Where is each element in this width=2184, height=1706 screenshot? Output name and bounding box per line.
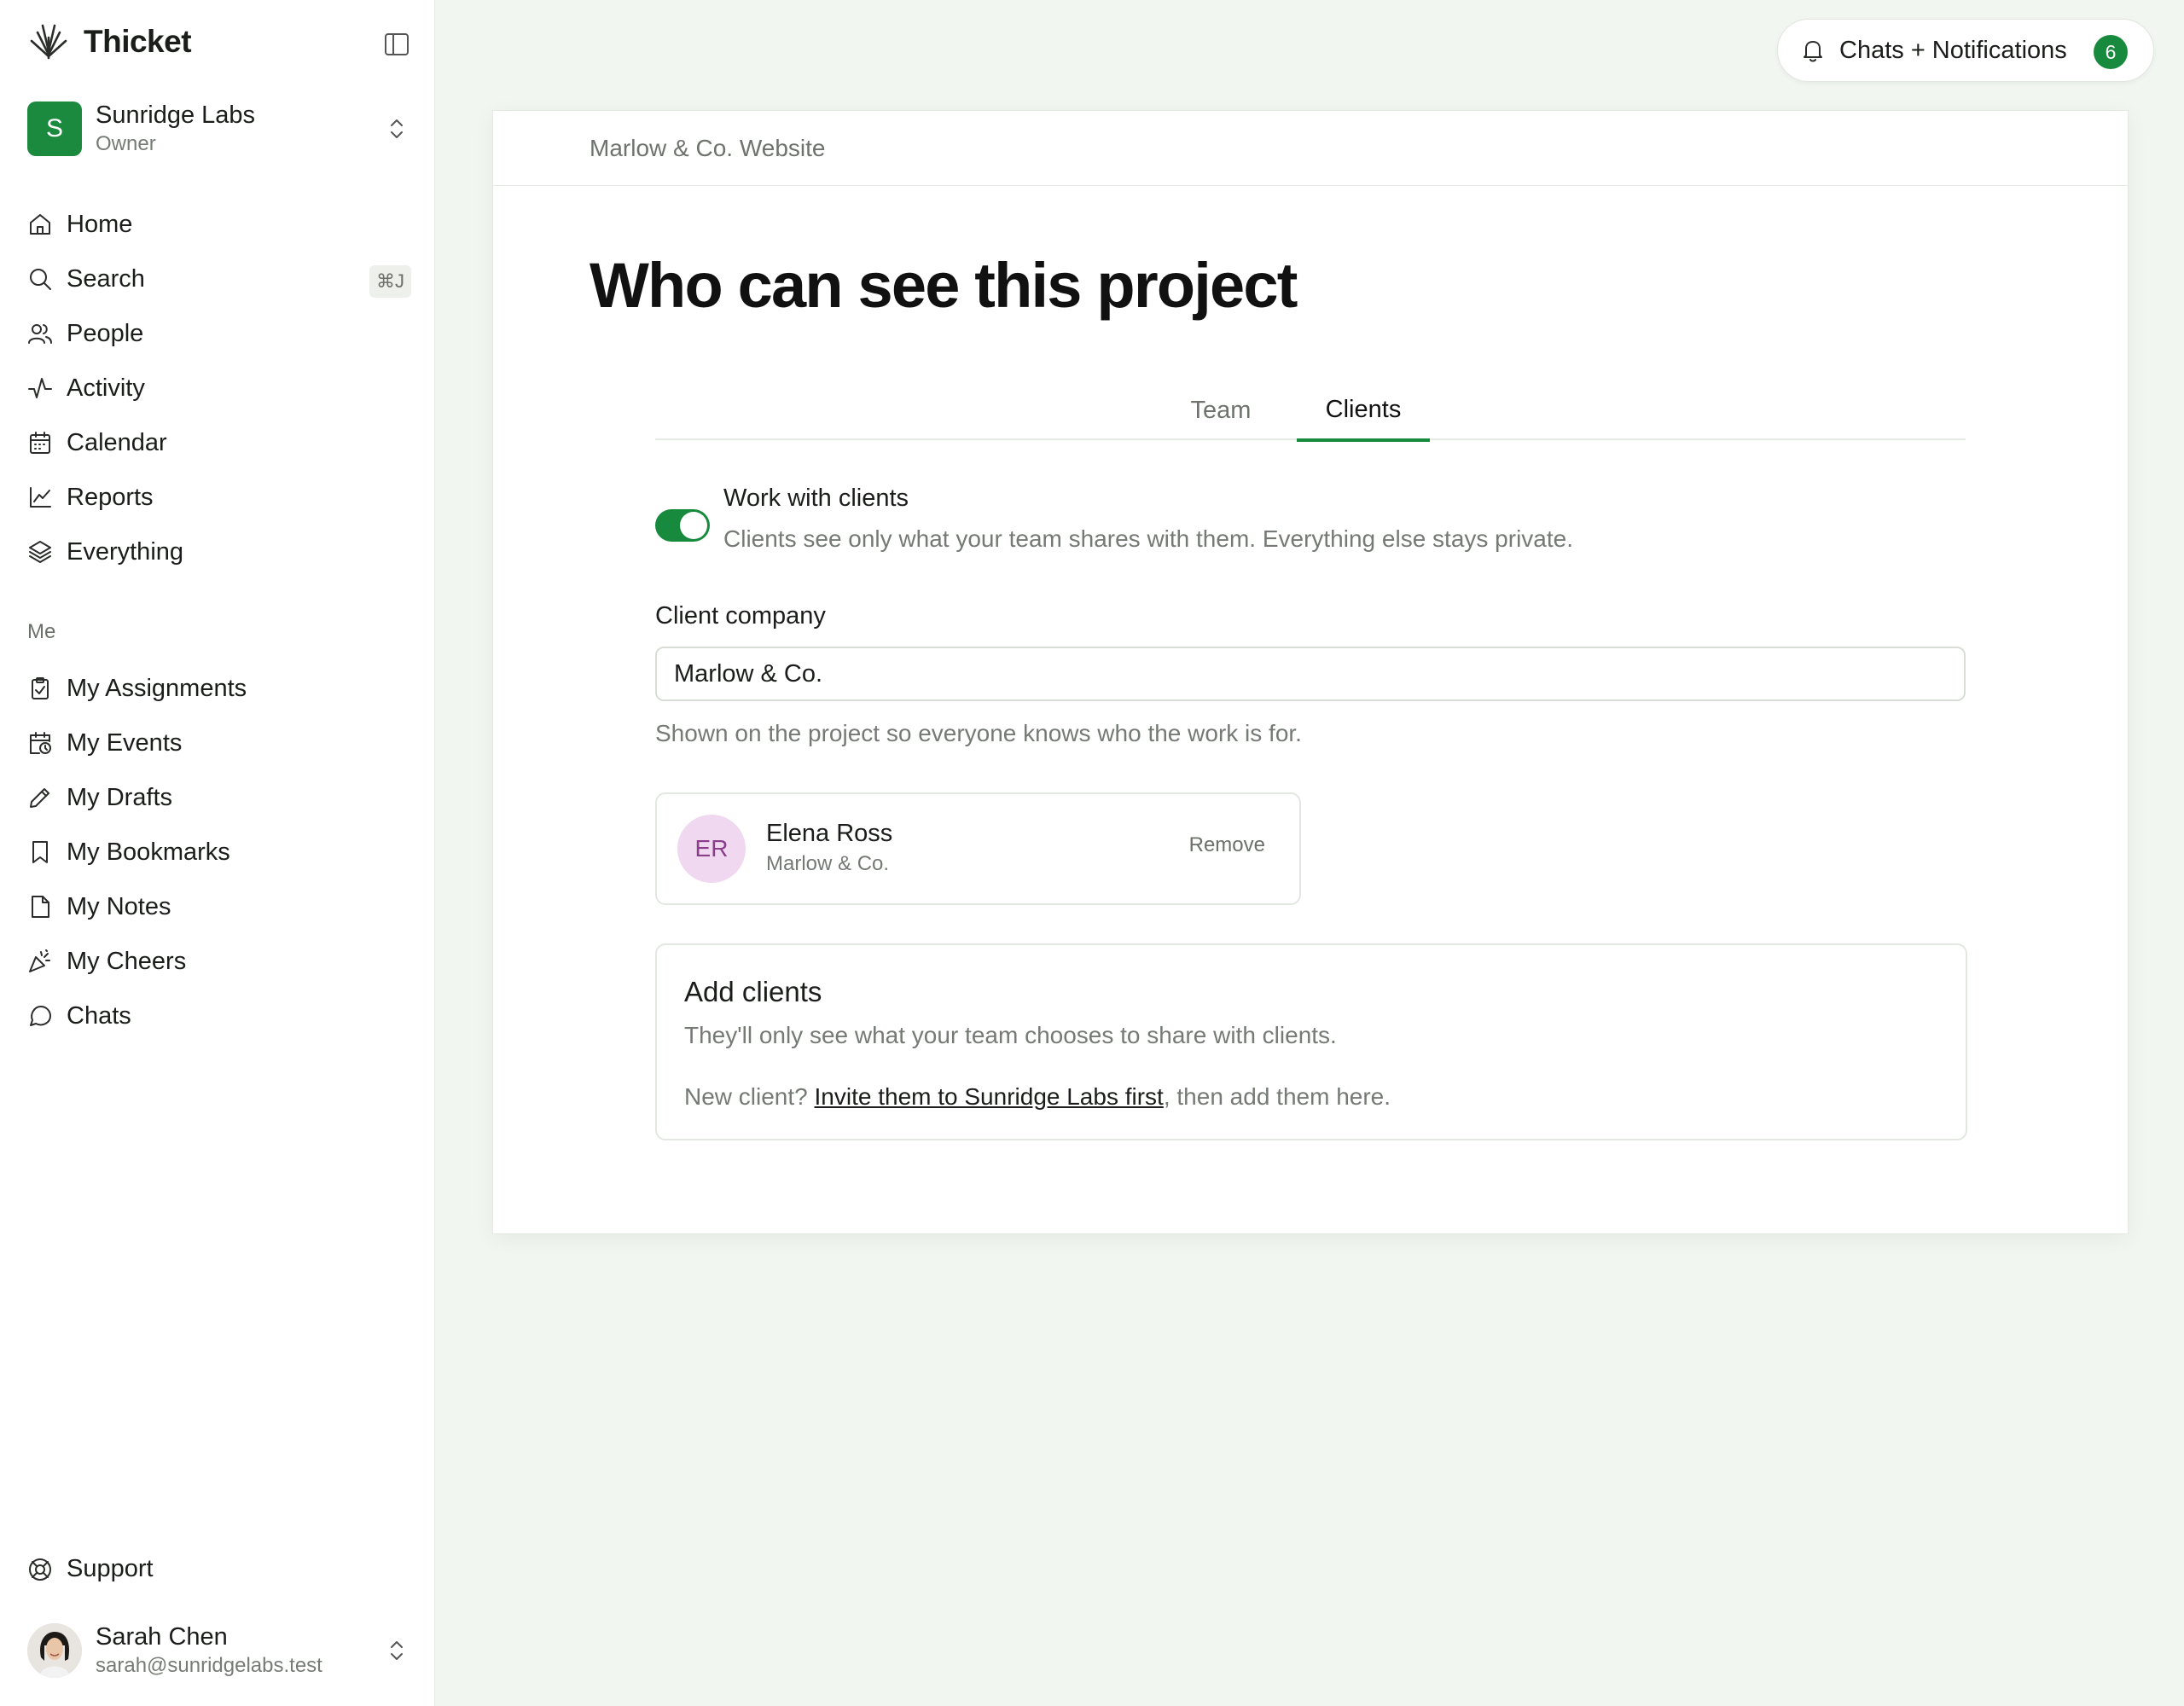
brand[interactable]: Thicket <box>27 20 192 63</box>
invite-suffix: , then add them here. <box>1163 1083 1391 1110</box>
nav-label: My Drafts <box>67 783 173 811</box>
calendar-icon <box>27 430 53 456</box>
chevron-up-down-icon <box>382 1636 411 1665</box>
add-clients-description: They'll only see what your team chooses … <box>684 1022 1337 1048</box>
life-buoy-icon <box>27 1557 53 1582</box>
nav-item-chats[interactable]: Chats <box>27 989 411 1043</box>
nav-label: Search <box>67 264 145 293</box>
nav-item-support[interactable]: Support <box>27 1555 154 1583</box>
nav-label: My Cheers <box>67 947 187 975</box>
workspace-switcher[interactable]: S Sunridge Labs Owner <box>27 101 411 157</box>
user-menu[interactable]: Sarah Chen sarah@sunridgelabs.test <box>27 1621 411 1680</box>
page-title: Who can see this project <box>590 250 1298 321</box>
calendar-clock-icon <box>27 730 53 756</box>
visibility-tabs: Team Clients <box>655 380 1966 442</box>
nav-item-home[interactable]: Home <box>27 197 411 252</box>
client-company-input[interactable] <box>655 647 1966 701</box>
work-with-clients-toggle[interactable] <box>655 509 710 542</box>
chevron-up-down-icon <box>382 114 411 143</box>
toggle-description: Clients see only what your team shares w… <box>723 525 1573 552</box>
workspace-avatar: S <box>27 102 82 156</box>
breadcrumb-project[interactable]: Marlow & Co. Website <box>590 135 825 162</box>
notifications-count-badge: 6 <box>2094 35 2128 69</box>
member-name: Elena Ross <box>766 820 893 847</box>
search-icon <box>27 266 53 292</box>
avatar <box>27 1623 82 1678</box>
people-icon <box>27 321 53 346</box>
party-popper-icon <box>27 949 53 974</box>
chat-bubble-icon <box>27 1003 53 1029</box>
member-company: Marlow & Co. <box>766 852 890 875</box>
notifications-label: Chats + Notifications <box>1839 36 2067 64</box>
tab-clients[interactable]: Clients <box>1297 380 1430 442</box>
user-name: Sarah Chen <box>96 1623 228 1651</box>
nav-item-my-bookmarks[interactable]: My Bookmarks <box>27 825 411 879</box>
nav-item-calendar[interactable]: Calendar <box>27 415 411 470</box>
nav-label: My Bookmarks <box>67 838 230 866</box>
nav-item-everything[interactable]: Everything <box>27 525 411 579</box>
search-shortcut: ⌘J <box>369 265 411 298</box>
section-label-me: Me <box>27 620 56 643</box>
workspace-role: Owner <box>96 132 156 155</box>
add-clients-panel: Add clients They'll only see what your t… <box>655 943 1967 1140</box>
bell-icon <box>1800 38 1826 63</box>
nav-label: My Notes <box>67 892 171 920</box>
nav-item-my-cheers[interactable]: My Cheers <box>27 934 411 989</box>
invite-prefix: New client? <box>684 1083 815 1110</box>
thicket-logo-icon <box>27 20 70 63</box>
nav-item-activity[interactable]: Activity <box>27 361 411 415</box>
clipboard-check-icon <box>27 676 53 701</box>
nav-label: Activity <box>67 374 145 402</box>
workspace-name: Sunridge Labs <box>96 102 256 129</box>
avatar: ER <box>677 815 746 883</box>
note-icon <box>27 894 53 920</box>
client-member-card: ER Elena Ross Marlow & Co. Remove <box>655 792 1301 905</box>
chart-icon <box>27 485 53 510</box>
nav-label: People <box>67 319 144 347</box>
nav-item-my-assignments[interactable]: My Assignments <box>27 661 411 716</box>
nav-item-people[interactable]: People <box>27 306 411 361</box>
nav-label: Support <box>67 1555 154 1582</box>
tab-team[interactable]: Team <box>1167 380 1275 440</box>
breadcrumb: Marlow & Co. Website <box>493 111 2128 186</box>
nav-item-reports[interactable]: Reports <box>27 470 411 525</box>
toggle-knob <box>680 512 707 539</box>
nav-label: Reports <box>67 483 154 511</box>
activity-icon <box>27 375 53 401</box>
sidebar: Thicket S Sunridge Labs Owner Home Searc… <box>0 0 435 1706</box>
layers-icon <box>27 539 53 565</box>
nav-label: My Assignments <box>67 674 247 702</box>
remove-client-button[interactable]: Remove <box>1189 833 1265 857</box>
user-email: sarah@sunridgelabs.test <box>96 1654 322 1677</box>
nav-item-search[interactable]: Search ⌘J <box>27 252 411 306</box>
me-nav: My Assignments My Events My Drafts My Bo… <box>27 661 411 1043</box>
nav-label: Chats <box>67 1001 131 1030</box>
nav-item-my-events[interactable]: My Events <box>27 716 411 770</box>
invite-link[interactable]: Invite them to Sunridge Labs first <box>815 1083 1164 1110</box>
nav-label: Calendar <box>67 428 167 456</box>
client-company-help: Shown on the project so everyone knows w… <box>655 720 1302 746</box>
add-clients-title: Add clients <box>684 976 822 1007</box>
primary-nav: Home Search ⌘J People Activity Calendar … <box>27 197 411 579</box>
nav-label: Everything <box>67 537 184 566</box>
invite-hint: New client? Invite them to Sunridge Labs… <box>684 1083 1391 1111</box>
home-icon <box>27 212 53 237</box>
nav-item-my-notes[interactable]: My Notes <box>27 879 411 934</box>
sidebar-toggle-icon[interactable] <box>382 30 411 59</box>
bookmark-icon <box>27 839 53 865</box>
toggle-title: Work with clients <box>723 485 909 512</box>
nav-label: My Events <box>67 728 183 757</box>
project-visibility-card: Marlow & Co. Website Who can see this pr… <box>492 110 2129 1234</box>
pencil-icon <box>27 785 53 810</box>
nav-label: Home <box>67 210 133 238</box>
client-company-label: Client company <box>655 602 826 630</box>
app-name: Thicket <box>84 24 192 59</box>
chats-notifications-button[interactable]: Chats + Notifications 6 <box>1777 19 2154 82</box>
nav-item-my-drafts[interactable]: My Drafts <box>27 770 411 825</box>
